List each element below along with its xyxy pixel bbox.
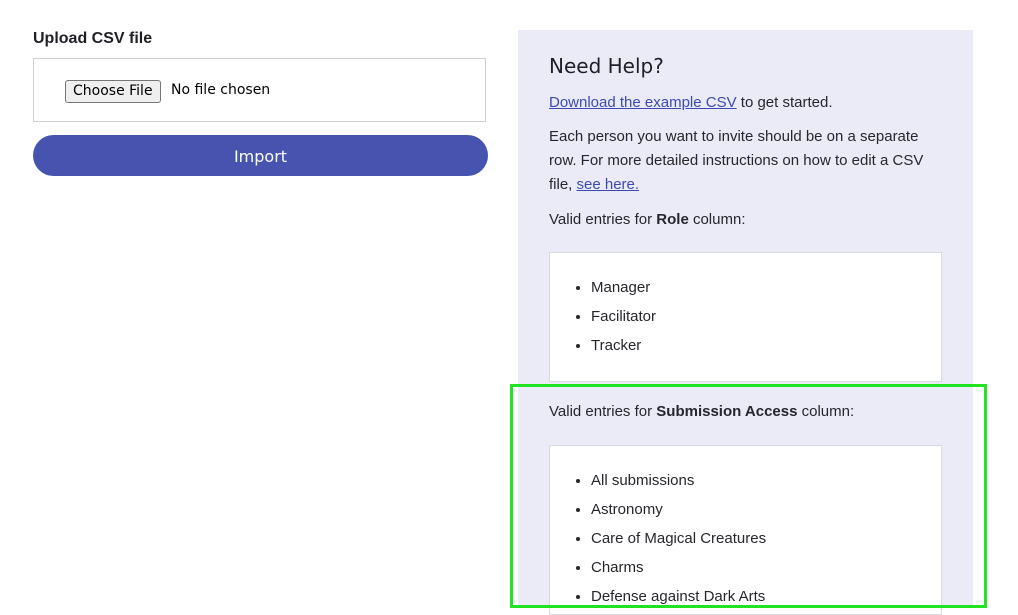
list-item: Tracker — [591, 331, 941, 360]
list-item: Astronomy — [591, 495, 941, 524]
download-paragraph: Download the example CSV to get started. — [549, 91, 833, 115]
list-item: Manager — [591, 273, 941, 302]
access-heading-prefix: Valid entries for — [549, 403, 657, 420]
upload-csv-label: Upload CSV file — [33, 30, 153, 47]
list-item: Charms — [591, 553, 941, 582]
list-item: Care of Magical Creatures — [591, 524, 941, 553]
role-list: Manager Facilitator Tracker — [550, 253, 941, 360]
access-list-box: All submissions Astronomy Care of Magica… — [549, 445, 942, 615]
access-heading-suffix: column: — [797, 403, 855, 420]
list-item: Facilitator — [591, 302, 941, 331]
access-list: All submissions Astronomy Care of Magica… — [550, 446, 941, 611]
download-example-link[interactable]: Download the example CSV — [549, 94, 737, 111]
role-list-box: Manager Facilitator Tracker — [549, 252, 942, 382]
help-title: Need Help? — [549, 54, 664, 78]
role-heading: Valid entries for Role column: — [549, 208, 746, 232]
file-input-box[interactable]: Choose File No file chosen — [33, 58, 486, 122]
choose-file-button[interactable]: Choose File — [65, 80, 161, 103]
file-status-text: No file chosen — [171, 82, 271, 98]
role-heading-suffix: column: — [688, 211, 746, 228]
list-item: All submissions — [591, 466, 941, 495]
help-panel: Need Help? Download the example CSV to g… — [518, 30, 973, 615]
access-heading-bold: Submission Access — [656, 403, 798, 420]
role-heading-prefix: Valid entries for — [549, 211, 657, 228]
list-item: Defense against Dark Arts — [591, 582, 941, 611]
download-suffix: to get started. — [736, 94, 833, 111]
access-heading: Valid entries for Submission Access colu… — [549, 400, 854, 424]
import-button[interactable]: Import — [33, 135, 488, 176]
instructions-paragraph: Each person you want to invite should be… — [549, 125, 949, 197]
role-heading-bold: Role — [656, 211, 689, 228]
see-here-link[interactable]: see here. — [577, 176, 640, 193]
